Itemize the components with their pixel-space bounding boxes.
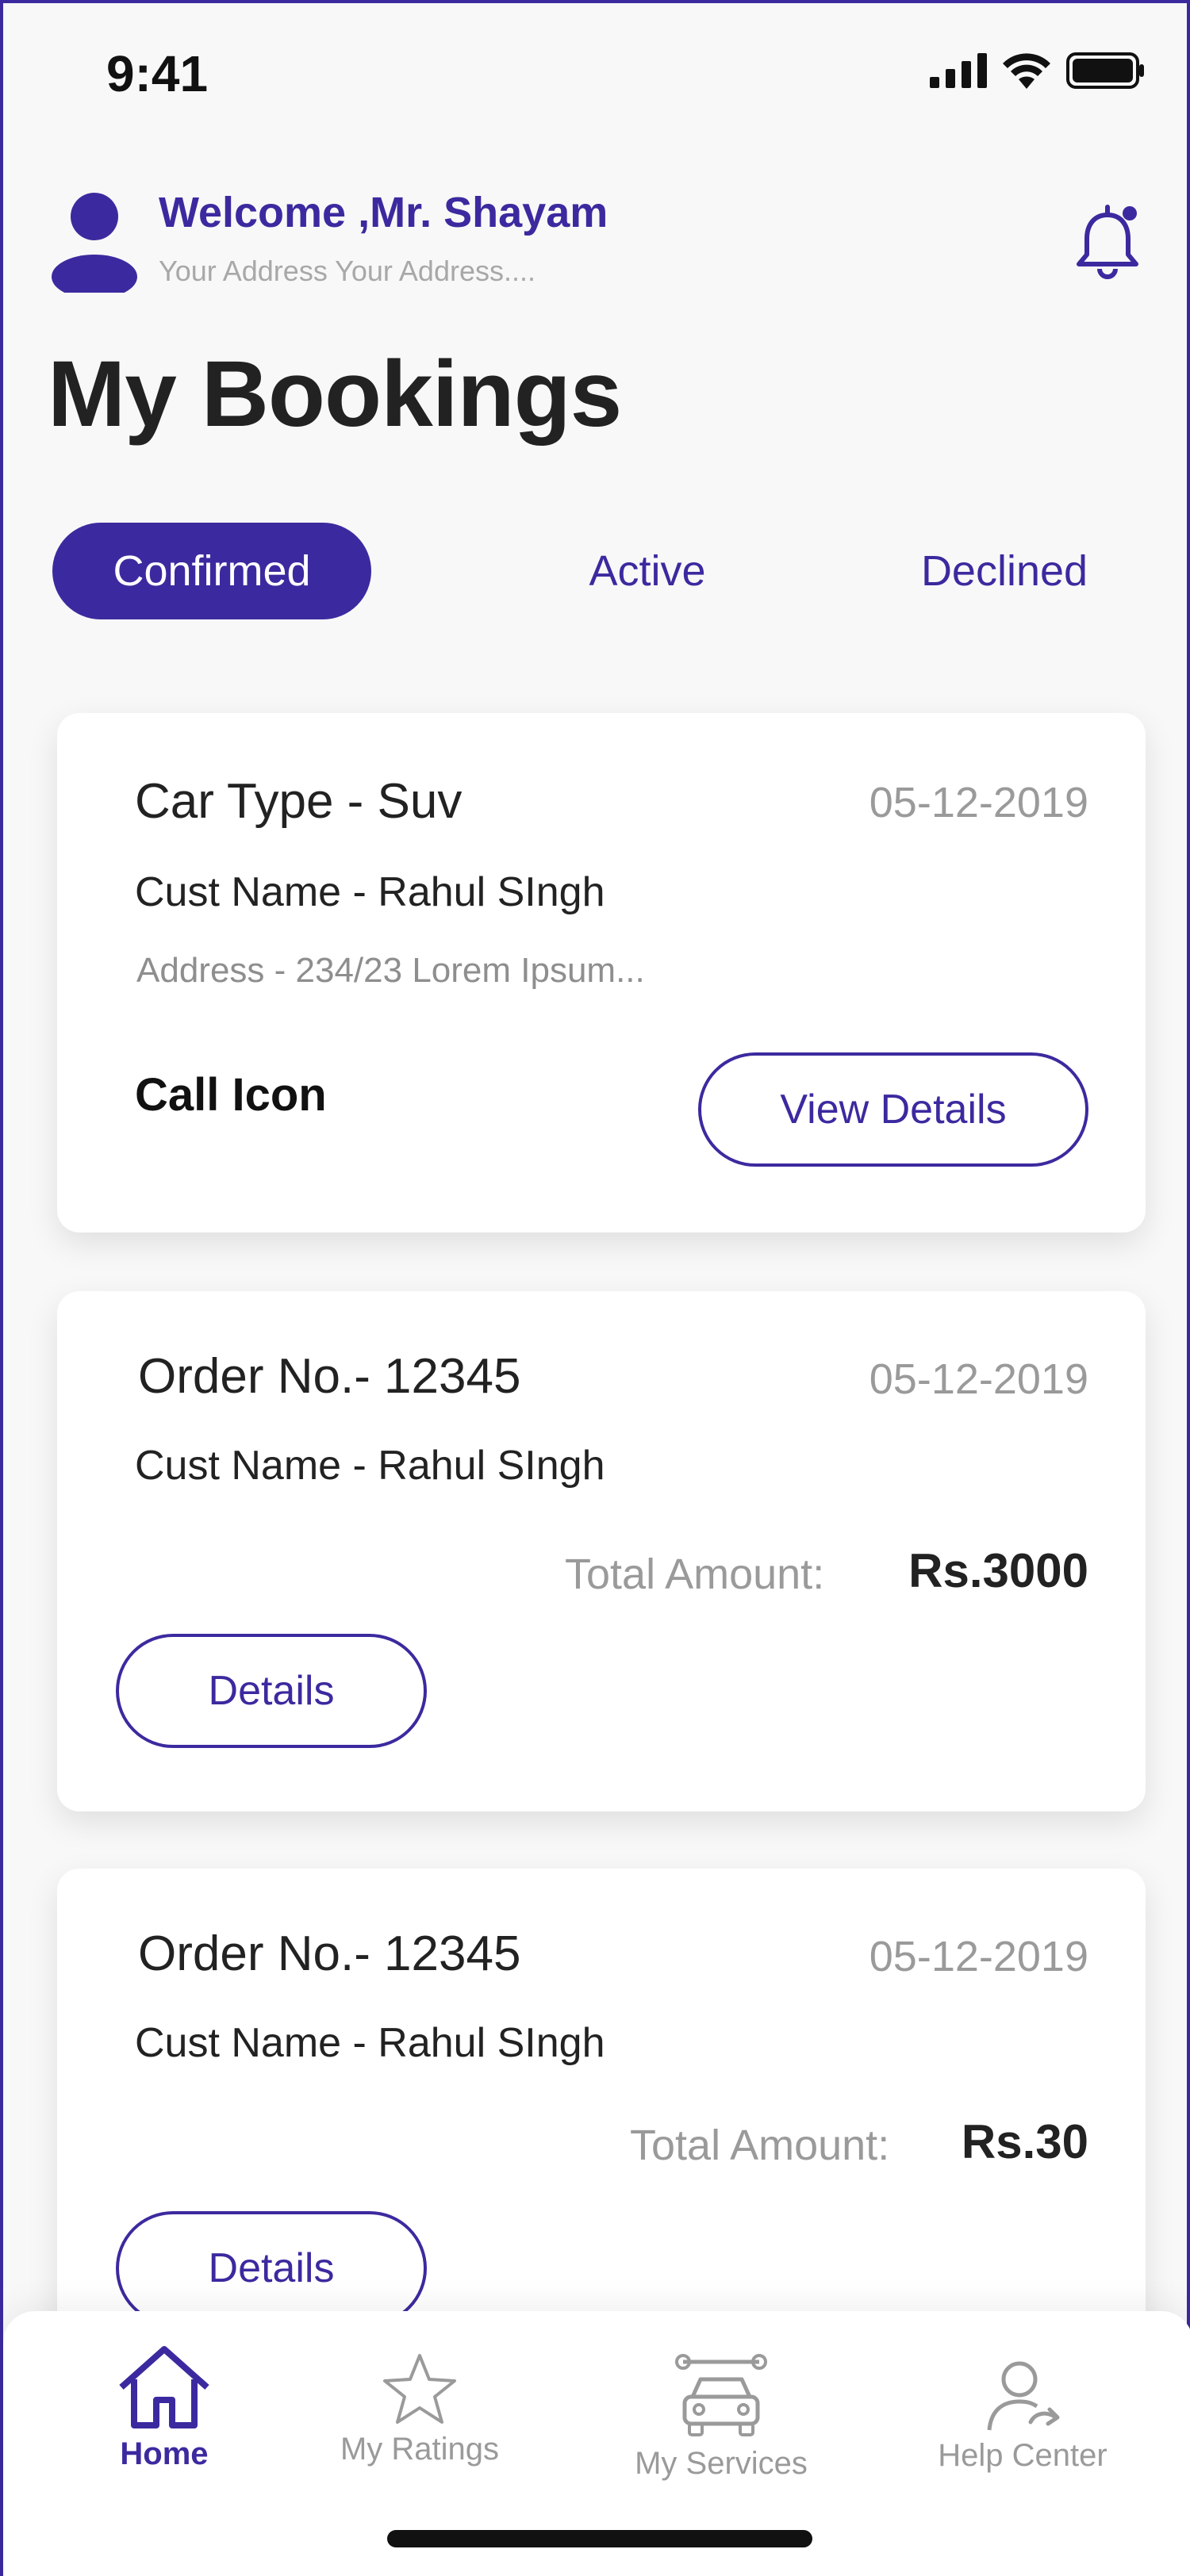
order-number: Order No.- 12345 bbox=[138, 1349, 521, 1404]
user-help-icon bbox=[987, 2361, 1060, 2431]
address-text: Your Address Your Address.... bbox=[159, 255, 536, 287]
view-details-button[interactable]: View Details bbox=[698, 1052, 1088, 1167]
tab-confirmed[interactable]: Confirmed bbox=[52, 523, 371, 619]
total-amount-value: Rs.30 bbox=[961, 2115, 1088, 2168]
tab-declined[interactable]: Declined bbox=[846, 523, 1163, 619]
signal-icon bbox=[930, 53, 987, 88]
home-indicator bbox=[387, 2530, 812, 2547]
customer-name: Cust Name - Rahul SIngh bbox=[135, 1443, 605, 1489]
booking-card: Car Type - Suv 05-12-2019 Cust Name - Ra… bbox=[57, 713, 1146, 1232]
call-icon[interactable]: Call Icon bbox=[135, 1068, 327, 1121]
status-icons bbox=[930, 52, 1146, 89]
wifi-icon bbox=[1003, 53, 1050, 89]
battery-icon bbox=[1066, 52, 1144, 89]
total-amount-label: Total Amount: bbox=[630, 2122, 890, 2169]
details-button[interactable]: Details bbox=[116, 2211, 427, 2325]
home-icon bbox=[119, 2346, 209, 2428]
car-type: Car Type - Suv bbox=[135, 774, 463, 829]
status-time: 9:41 bbox=[106, 45, 209, 102]
order-date: 05-12-2019 bbox=[869, 1933, 1088, 1980]
page-title: My Bookings bbox=[48, 342, 622, 447]
status-bar: 9:41 bbox=[3, 3, 1190, 138]
nav-label-help-center: Help Center bbox=[938, 2438, 1107, 2473]
booking-tabs: Confirmed Active Declined bbox=[52, 523, 1147, 619]
customer-name: Cust Name - Rahul SIngh bbox=[135, 2020, 605, 2066]
order-number: Order No.- 12345 bbox=[138, 1926, 521, 1981]
notification-bell-icon[interactable] bbox=[1069, 202, 1146, 282]
total-amount-label: Total Amount: bbox=[565, 1551, 825, 1598]
car-service-icon bbox=[675, 2354, 767, 2436]
nav-my-services[interactable]: My Services bbox=[614, 2352, 828, 2482]
avatar-icon bbox=[52, 193, 137, 293]
details-button[interactable]: Details bbox=[116, 1634, 427, 1748]
nav-home[interactable]: Home bbox=[105, 2343, 224, 2472]
booking-date: 05-12-2019 bbox=[869, 779, 1088, 826]
total-amount-value: Rs.3000 bbox=[908, 1544, 1088, 1597]
welcome-text: Welcome ,Mr. Shayam bbox=[159, 189, 608, 236]
tab-active[interactable]: Active bbox=[497, 523, 798, 619]
star-icon bbox=[383, 2354, 456, 2424]
nav-help-center[interactable]: Help Center bbox=[916, 2359, 1130, 2474]
nav-label-my-ratings: My Ratings bbox=[340, 2432, 500, 2467]
order-card: Order No.- 12345 05-12-2019 Cust Name - … bbox=[57, 1291, 1146, 1811]
nav-label-my-services: My Services bbox=[635, 2446, 808, 2481]
customer-address: Address - 234/23 Lorem Ipsum... bbox=[136, 951, 645, 990]
order-date: 05-12-2019 bbox=[869, 1355, 1088, 1403]
nav-label-home: Home bbox=[120, 2436, 209, 2471]
nav-my-ratings[interactable]: My Ratings bbox=[324, 2351, 515, 2467]
customer-name: Cust Name - Rahul SIngh bbox=[135, 869, 605, 915]
welcome-header: Welcome ,Mr. Shayam Your Address Your Ad… bbox=[51, 182, 1146, 301]
